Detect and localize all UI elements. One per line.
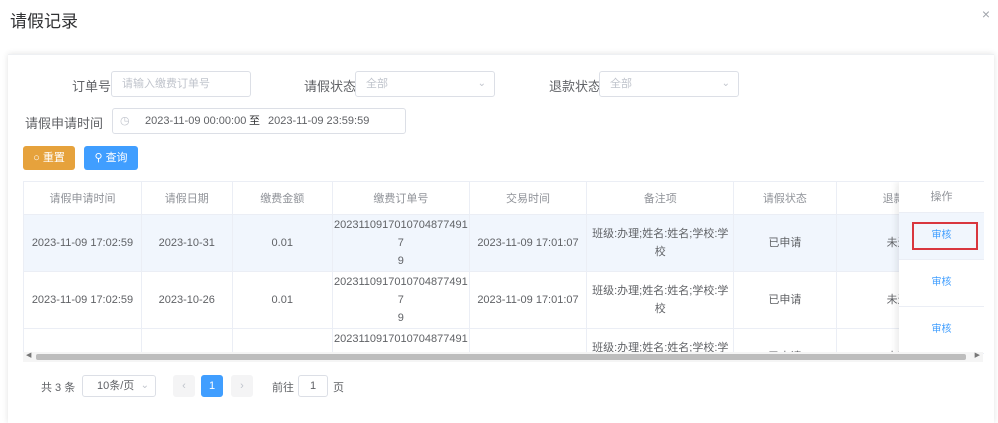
review-link[interactable]: 审核: [899, 307, 984, 354]
end-time[interactable]: 2023-11-09 23:59:59: [268, 109, 369, 133]
cell-order-no: 2023110917010704877491 79: [332, 271, 470, 329]
highlight-box: [912, 222, 978, 250]
chevron-down-icon: ⌄: [477, 78, 486, 89]
refund-status-value: 全部: [610, 78, 632, 90]
cell-leave-status: 已申请: [733, 214, 837, 272]
cell-remark: 班级:办理;姓名:姓名;学校:学校: [586, 271, 735, 329]
prev-page-icon[interactable]: ‹: [173, 375, 195, 397]
table-row[interactable]: 2023-11-09 17:02:59 2023-10-31 0.01 2023…: [24, 214, 984, 272]
cell-apply-time: 2023-11-09 17:02:59: [24, 214, 142, 272]
total-count: 共 3 条: [41, 382, 76, 394]
cell-apply-time: 2023-11-09 17:02:59: [24, 271, 142, 329]
goto-label: 前往: [272, 382, 294, 394]
leave-status-label: 请假状态: [304, 79, 357, 94]
close-icon[interactable]: ×: [982, 6, 990, 22]
table-row[interactable]: 2023-11-09 17:02:59 2023-10-26 0.01 2023…: [24, 271, 984, 329]
col-action: 操作: [899, 182, 984, 213]
horizontal-scrollbar[interactable]: ◀ ▶: [23, 352, 983, 362]
review-link[interactable]: 审核: [899, 260, 984, 307]
records-panel: 订单号 请输入缴费订单号 请假状态 全部 ⌄ 退款状态 全部 ⌄ 请假申请时间 …: [8, 54, 994, 423]
col-leave-date: 请假日期: [141, 182, 233, 215]
query-label: 查询: [105, 152, 128, 164]
chevron-down-icon: ⌄: [721, 78, 730, 89]
apply-time-range[interactable]: ◷ 2023-11-09 00:00:00 至 2023-11-09 23:59…: [112, 108, 406, 134]
cell-leave-date: 2023-10-26: [141, 271, 233, 329]
refund-status-select[interactable]: 全部 ⌄: [599, 71, 739, 97]
action-column: 操作 审核 审核 审核: [899, 182, 984, 357]
scrollbar-thumb[interactable]: [36, 354, 966, 360]
next-page-icon[interactable]: ›: [231, 375, 253, 397]
search-icon: ⚲: [94, 152, 106, 164]
leave-status-select[interactable]: 全部 ⌄: [355, 71, 495, 97]
table-header-row: 请假申请时间 请假日期 缴费金额 缴费订单号 交易时间 备注项 请假状态 退款状: [24, 182, 984, 215]
col-leave-status: 请假状态: [733, 182, 837, 215]
range-separator: 至: [249, 115, 260, 127]
apply-time-label: 请假申请时间: [25, 116, 104, 131]
page-size-value: 10条/页: [97, 380, 135, 392]
page-1-button[interactable]: 1: [201, 375, 223, 397]
cell-trade-time: 2023-11-09 17:01:07: [469, 214, 588, 272]
col-amount: 缴费金额: [232, 182, 333, 215]
records-table: 请假申请时间 请假日期 缴费金额 缴费订单号 交易时间 备注项 请假状态 退款状…: [23, 181, 984, 357]
col-order-no: 缴费订单号: [332, 182, 470, 215]
reset-label: 重置: [42, 152, 65, 164]
reset-icon: ○: [33, 152, 43, 164]
scroll-right-icon[interactable]: ▶: [975, 351, 980, 359]
clock-icon: ◷: [120, 115, 130, 127]
goto-page-input[interactable]: 1: [298, 375, 328, 397]
col-trade-time: 交易时间: [469, 182, 588, 215]
cell-remark: 班级:办理;姓名:姓名;学校:学校: [586, 214, 735, 272]
cell-amount: 0.01: [232, 214, 333, 272]
cell-leave-status: 已申请: [733, 271, 837, 329]
cell-trade-time: 2023-11-09 17:01:07: [469, 271, 588, 329]
dialog-title: 请假记录: [10, 12, 78, 31]
cell-leave-date: 2023-10-31: [141, 214, 233, 272]
scroll-left-icon[interactable]: ◀: [26, 351, 31, 359]
col-apply-time: 请假申请时间: [24, 182, 142, 215]
cell-order-no: 2023110917010704877491 79: [332, 214, 470, 272]
order-no-input[interactable]: 请输入缴费订单号: [111, 71, 251, 97]
start-time[interactable]: 2023-11-09 00:00:00: [145, 109, 246, 133]
order-no-label: 订单号: [72, 79, 112, 94]
leave-status-value: 全部: [366, 78, 388, 90]
query-button[interactable]: ⚲ 查询: [84, 146, 138, 170]
chevron-down-icon: ⌄: [140, 380, 149, 391]
cell-amount: 0.01: [232, 271, 333, 329]
page-size-select[interactable]: 10条/页 ⌄: [82, 375, 156, 397]
page-unit-label: 页: [333, 382, 344, 394]
reset-button[interactable]: ○ 重置: [23, 146, 75, 170]
col-remark: 备注项: [586, 182, 735, 215]
refund-status-label: 退款状态: [549, 79, 602, 94]
